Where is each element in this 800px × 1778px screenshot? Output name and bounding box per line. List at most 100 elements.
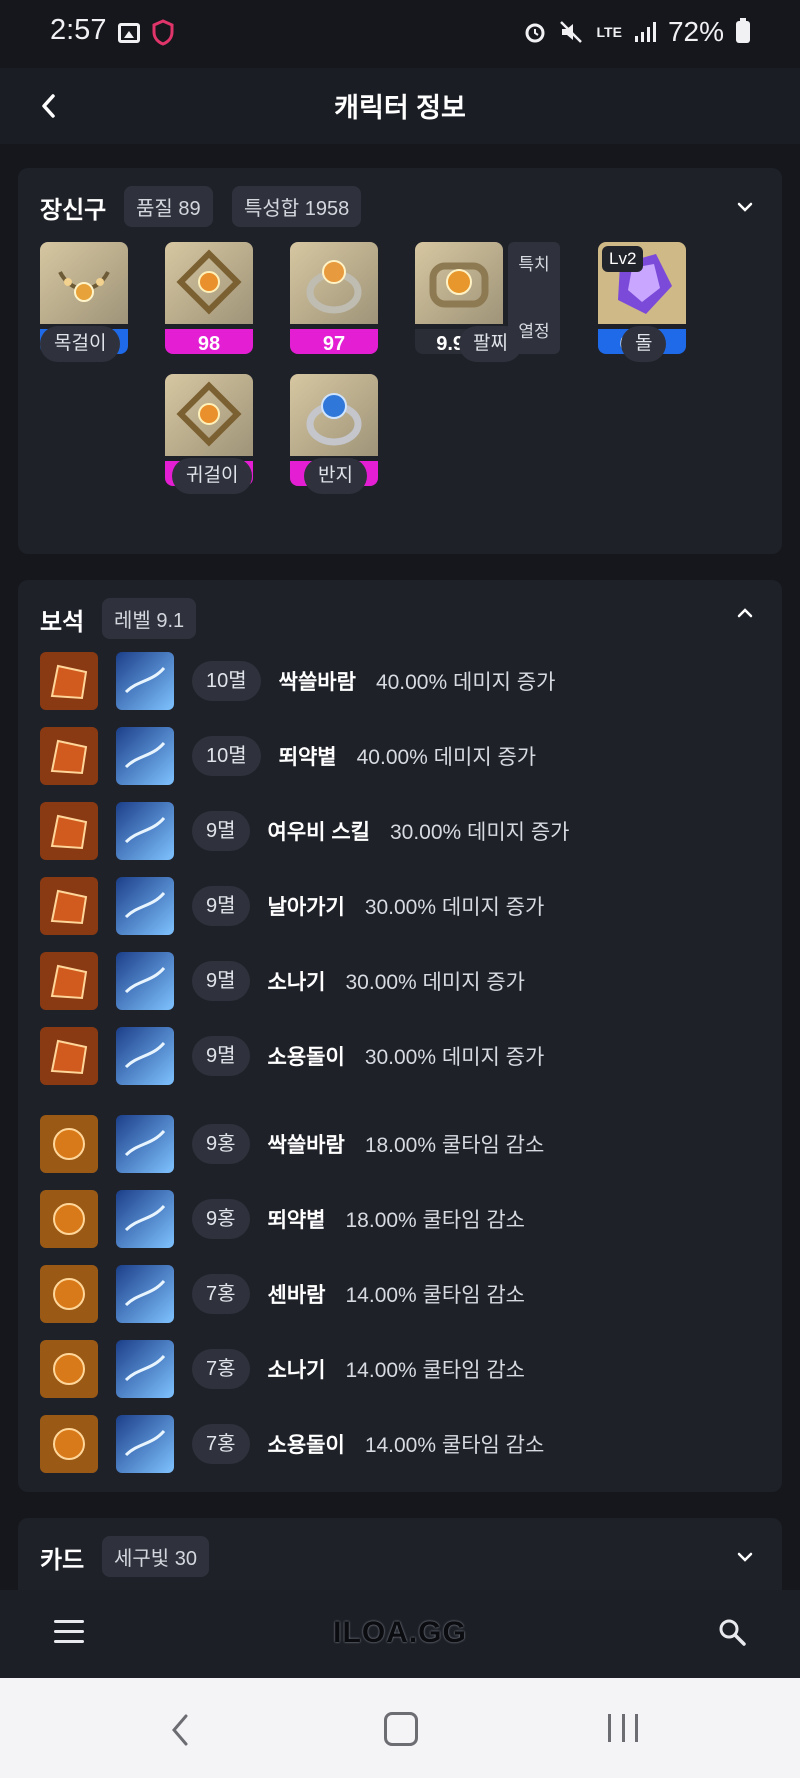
- ring-label: 반지: [304, 458, 367, 494]
- bracelet-icon: [415, 242, 503, 324]
- system-recents-button[interactable]: [608, 1714, 638, 1742]
- status-time: 2:57: [50, 14, 107, 46]
- skill-icon: [116, 727, 174, 785]
- gem-effect: 40.00% 데미지 증가: [375, 671, 556, 694]
- system-home-button[interactable]: [384, 1712, 418, 1746]
- system-back-button[interactable]: [166, 1710, 196, 1750]
- gem-skill-name: 소나기: [267, 1359, 326, 1382]
- cards-set-chip: 세구빛 30: [102, 1536, 210, 1577]
- gem-effect: 14.00% 쿨타임 감소: [345, 1284, 526, 1307]
- necklace-icon: [40, 242, 128, 324]
- gem-skill-name: 싹쓸바람: [278, 671, 356, 694]
- jewelry-stats-chip: 특성합 1958: [232, 186, 362, 227]
- gem-row[interactable]: 9멸 날아가기 30.00% 데미지 증가: [40, 877, 544, 935]
- gem-effect: 18.00% 쿨타임 감소: [364, 1134, 545, 1157]
- gem-row[interactable]: 7홍 소용돌이 14.00% 쿨타임 감소: [40, 1415, 544, 1473]
- gem-skill-name: 소용돌이: [267, 1046, 345, 1069]
- skill-icon: [116, 1415, 174, 1473]
- system-nav-bar: [0, 1678, 800, 1778]
- gem-skill-name: 소나기: [267, 971, 326, 994]
- gem-row[interactable]: 9멸 소용돌이 30.00% 데미지 증가: [40, 1027, 544, 1085]
- earring-label: 귀걸이: [172, 458, 253, 494]
- skill-icon: [116, 1027, 174, 1085]
- gem-level: 9홍: [192, 1124, 250, 1164]
- gem-row[interactable]: 9홍 싹쓸바람 18.00% 쿨타임 감소: [40, 1115, 544, 1173]
- site-logo[interactable]: ILOA.GG: [0, 1616, 800, 1650]
- search-icon[interactable]: [718, 1618, 746, 1646]
- annihilation-gem-icon: [40, 1027, 98, 1085]
- jewelry-quality-chip: 품질 89: [124, 186, 213, 227]
- gems-level-chip: 레벨 9.1: [102, 598, 197, 639]
- ring-1-item[interactable]: 97: [290, 242, 378, 354]
- gem-level: 7홍: [192, 1274, 250, 1314]
- annihilation-gem-icon: [40, 877, 98, 935]
- crimson-gem-icon: [40, 1265, 98, 1323]
- earring-1-item[interactable]: 98: [165, 242, 253, 354]
- crimson-gem-icon: [40, 1340, 98, 1398]
- battery-percent: 72%: [667, 16, 724, 47]
- gems-title: 보석: [40, 609, 85, 636]
- gem-effect: 18.00% 쿨타임 감소: [345, 1209, 526, 1232]
- gem-level: 10멸: [192, 661, 261, 701]
- gem-row[interactable]: 7홍 소나기 14.00% 쿨타임 감소: [40, 1340, 525, 1398]
- gem-effect: 14.00% 쿨타임 감소: [364, 1434, 545, 1457]
- jewelry-card: 장신구 품질 89 특성합 1958 84 목걸이 98 97: [18, 168, 782, 554]
- earring-1-quality: 98: [165, 329, 253, 354]
- chevron-down-icon[interactable]: [736, 1548, 754, 1566]
- gem-skill-name: 뙤약볕: [278, 746, 337, 769]
- gallery-icon: [118, 23, 140, 43]
- earring-icon: [165, 374, 253, 456]
- gem-effect: 40.00% 데미지 증가: [356, 746, 537, 769]
- gem-skill-name: 센바람: [267, 1284, 326, 1307]
- alarm-icon: [525, 23, 545, 43]
- gem-skill-name: 날아가기: [267, 896, 345, 919]
- signal-icon: [634, 22, 656, 42]
- gem-skill-name: 뙤약볕: [267, 1209, 326, 1232]
- annihilation-gem-icon: [40, 727, 98, 785]
- ring-icon: [290, 242, 378, 324]
- necklace-label: 목걸이: [40, 326, 121, 362]
- skill-icon: [116, 877, 174, 935]
- skill-icon: [116, 1190, 174, 1248]
- stone-label: 돌: [621, 326, 667, 362]
- stone-level: Lv2: [602, 246, 644, 272]
- skill-icon: [116, 652, 174, 710]
- gem-level: 9멸: [192, 811, 250, 851]
- battery-icon: [736, 18, 750, 43]
- skill-icon: [116, 952, 174, 1010]
- mute-icon: [559, 21, 582, 43]
- skill-icon: [116, 1115, 174, 1173]
- earring-icon: [165, 242, 253, 324]
- gem-level: 10멸: [192, 736, 261, 776]
- page-title: 캐릭터 정보: [334, 93, 466, 123]
- gem-level: 9멸: [192, 886, 250, 926]
- annihilation-gem-icon: [40, 952, 98, 1010]
- annihilation-gem-icon: [40, 652, 98, 710]
- gem-level: 9멸: [192, 961, 250, 1001]
- ring-icon: [290, 374, 378, 456]
- gem-row[interactable]: 9멸 소나기 30.00% 데미지 증가: [40, 952, 525, 1010]
- gem-row[interactable]: 10멸 싹쓸바람 40.00% 데미지 증가: [40, 652, 555, 710]
- gem-skill-name: 싹쓸바람: [267, 1134, 345, 1157]
- chevron-down-icon[interactable]: [736, 198, 754, 216]
- annihilation-gem-icon: [40, 802, 98, 860]
- gem-skill-name: 소용돌이: [267, 1434, 345, 1457]
- gem-row[interactable]: 10멸 뙤약볕 40.00% 데미지 증가: [40, 727, 536, 785]
- gem-level: 9홍: [192, 1199, 250, 1239]
- gem-row[interactable]: 9홍 뙤약볕 18.00% 쿨타임 감소: [40, 1190, 525, 1248]
- status-right: LTE 72%: [523, 16, 750, 48]
- gem-effect: 30.00% 데미지 증가: [364, 1046, 545, 1069]
- gem-skill-name: 여우비 스킬: [267, 821, 370, 844]
- gem-level: 7홍: [192, 1349, 250, 1389]
- crimson-gem-icon: [40, 1190, 98, 1248]
- gem-row[interactable]: 9멸 여우비 스킬 30.00% 데미지 증가: [40, 802, 569, 860]
- gem-row[interactable]: 7홍 센바람 14.00% 쿨타임 감소: [40, 1265, 525, 1323]
- network-type: LTE: [596, 24, 622, 40]
- gem-level: 7홍: [192, 1424, 250, 1464]
- ring-1-quality: 97: [290, 329, 378, 354]
- gem-level: 9멸: [192, 1036, 250, 1076]
- chevron-up-icon[interactable]: [736, 604, 754, 622]
- bottom-app-bar: ILOA.GG: [0, 1590, 800, 1678]
- shield-icon: [152, 19, 174, 46]
- gem-effect: 14.00% 쿨타임 감소: [345, 1359, 526, 1382]
